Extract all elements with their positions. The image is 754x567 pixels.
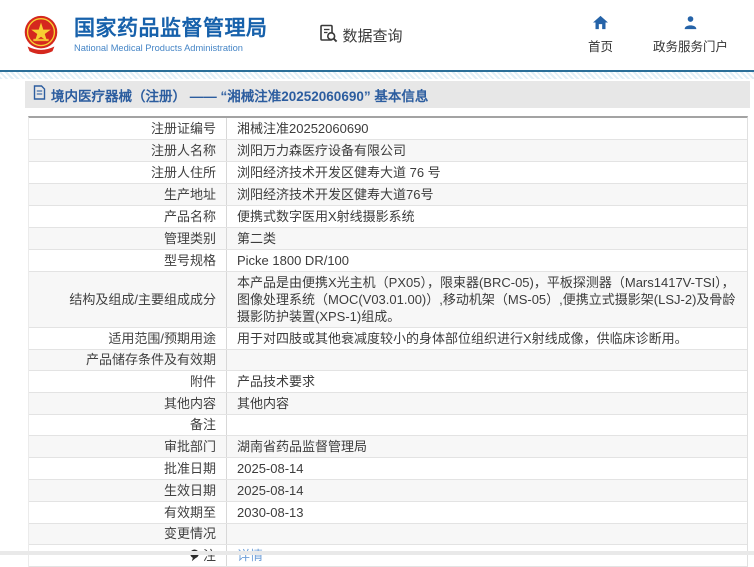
- table-row: 注 详情: [29, 545, 747, 567]
- row-value: Picke 1800 DR/100: [237, 253, 350, 268]
- row-label-text: 有效期至: [163, 504, 216, 520]
- row-label: 产品储存条件及有效期: [29, 350, 227, 370]
- row-label-text: 适用范围/预期用途: [108, 330, 216, 346]
- nav-item-home[interactable]: 首页: [588, 15, 613, 55]
- row-label-text: 批准日期: [163, 460, 216, 476]
- row-value: 浏阳万力森医疗设备有限公司: [237, 143, 407, 158]
- row-value: 便携式数字医用X射线摄影系统: [237, 209, 415, 224]
- row-label: 批准日期: [29, 458, 227, 479]
- table-row: 结构及组成/主要组成成分 本产品是由便携X光主机（PX05），限束器(BRC-05…: [29, 272, 747, 328]
- row-label: 结构及组成/主要组成成分: [29, 272, 227, 327]
- table-row: 注册证编号 湘械注准20252060690: [29, 118, 747, 140]
- table-row: 型号规格 Picke 1800 DR/100: [29, 250, 747, 272]
- document-search-icon: [318, 23, 339, 48]
- row-label: 附件: [29, 371, 227, 392]
- row-label: 备注: [29, 415, 227, 435]
- data-query-button[interactable]: 数据查询: [318, 23, 403, 48]
- row-value: [227, 350, 747, 370]
- user-icon: [683, 15, 698, 33]
- row-value: 详情: [227, 545, 747, 566]
- row-value: 其他内容: [237, 396, 290, 411]
- row-label: 变更情况: [29, 524, 227, 544]
- agency-title-block: 国家药品监督管理局 National Medical Products Admi…: [74, 17, 268, 53]
- row-label-text: 备注: [189, 417, 216, 432]
- row-value: 2025-08-14: [237, 461, 304, 476]
- row-label: 产品名称: [29, 206, 227, 227]
- row-label: 型号规格: [29, 250, 227, 271]
- row-label-text: 注册人住所: [150, 164, 216, 180]
- breadcrumb: 境内医疗器械（注册） —— “湘械注准20252060690” 基本信息: [25, 81, 750, 108]
- row-label-text: 产品名称: [163, 208, 216, 224]
- detail-link[interactable]: 详情: [237, 547, 263, 564]
- row-label: 有效期至: [29, 502, 227, 523]
- data-query-label: 数据查询: [342, 27, 403, 45]
- row-label-text: 注: [202, 547, 216, 563]
- row-value: 浏阳经济技术开发区健寿大道76号: [237, 187, 434, 202]
- row-label-text: 其他内容: [163, 395, 216, 411]
- header-hatch-strip: [0, 72, 754, 79]
- row-label-text: 管理类别: [163, 230, 216, 246]
- home-icon: [592, 15, 609, 33]
- row-value: [227, 524, 747, 544]
- row-label: 管理类别: [29, 228, 227, 249]
- row-label: 注册证编号: [29, 118, 227, 139]
- table-row: 注册人住所 浏阳经济技术开发区健寿大道 76 号: [29, 162, 747, 184]
- row-value: 2025-08-14: [237, 483, 304, 498]
- row-label-text: 注册证编号: [150, 120, 216, 136]
- table-row: 其他内容 其他内容: [29, 393, 747, 415]
- row-label-text: 变更情况: [163, 526, 216, 541]
- row-label: 审批部门: [29, 436, 227, 457]
- nav-item-portal[interactable]: 政务服务门户: [653, 15, 728, 55]
- table-row: 审批部门 湖南省药品监督管理局: [29, 436, 747, 458]
- row-label: 生效日期: [29, 480, 227, 501]
- row-value: 用于对四肢或其他衰减度较小的身体部位组织进行X射线成像，供临床诊断用。: [237, 331, 688, 346]
- nav-home-label: 首页: [587, 40, 613, 54]
- nav-portal-label: 政务服务门户: [652, 40, 728, 54]
- table-row: 附件 产品技术要求: [29, 371, 747, 393]
- row-value: 2030-08-13: [237, 505, 304, 520]
- table-row: 产品储存条件及有效期: [29, 350, 747, 371]
- row-label: 生产地址: [29, 184, 227, 205]
- table-row: 批准日期 2025-08-14: [29, 458, 747, 480]
- row-label-text: 审批部门: [163, 438, 216, 454]
- table-row: 变更情况: [29, 524, 747, 545]
- agency-name-en: National Medical Products Administration: [74, 43, 243, 53]
- table-row: 适用范围/预期用途 用于对四肢或其他衰减度较小的身体部位组织进行X射线成像，供临床…: [29, 328, 747, 350]
- row-label: 适用范围/预期用途: [29, 328, 227, 349]
- breadcrumb-text: 境内医疗器械（注册） —— “湘械注准20252060690” 基本信息: [51, 88, 429, 104]
- row-label: 注册人住所: [29, 162, 227, 183]
- table-row: 生产地址 浏阳经济技术开发区健寿大道76号: [29, 184, 747, 206]
- row-value: 本产品是由便携X光主机（PX05），限束器(BRC-05)，平板探测器（Mars…: [237, 275, 736, 324]
- row-value: 第二类: [237, 231, 277, 246]
- table-row: 生效日期 2025-08-14: [29, 480, 747, 502]
- row-label-text: 生效日期: [163, 482, 216, 498]
- table-row: 有效期至 2030-08-13: [29, 502, 747, 524]
- row-value: [227, 415, 747, 435]
- table-row: 产品名称 便携式数字医用X射线摄影系统: [29, 206, 747, 228]
- table-row: 备注: [29, 415, 747, 436]
- row-label-text: 附件: [189, 373, 216, 389]
- header-nav: 首页 政务服务门户: [588, 15, 754, 55]
- page-doc-icon: [33, 84, 46, 105]
- nmpa-emblem-logo: [18, 12, 64, 58]
- row-label: 注: [29, 545, 227, 566]
- info-table: 注册证编号 湘械注准20252060690 注册人名称 浏阳万力森医疗设备有限公司 注册…: [28, 116, 748, 567]
- row-label: 注册人名称: [29, 140, 227, 161]
- row-label-text: 型号规格: [163, 252, 216, 268]
- row-value: 湘械注准20252060690: [237, 121, 369, 136]
- row-value: 湖南省药品监督管理局: [237, 439, 368, 454]
- table-row: 注册人名称 浏阳万力森医疗设备有限公司: [29, 140, 747, 162]
- row-label-text: 产品储存条件及有效期: [85, 352, 216, 367]
- bottom-strip: [0, 551, 754, 555]
- row-label-text: 生产地址: [163, 186, 216, 202]
- agency-name-zh: 国家药品监督管理局: [74, 17, 268, 40]
- row-value: 浏阳经济技术开发区健寿大道 76 号: [237, 165, 441, 180]
- table-row: 管理类别 第二类: [29, 228, 747, 250]
- row-label-text: 注册人名称: [150, 142, 216, 158]
- site-header: 国家药品监督管理局 National Medical Products Admi…: [0, 0, 754, 70]
- row-label-text: 结构及组成/主要组成成分: [69, 291, 216, 307]
- row-value: 产品技术要求: [237, 374, 316, 389]
- row-label: 其他内容: [29, 393, 227, 414]
